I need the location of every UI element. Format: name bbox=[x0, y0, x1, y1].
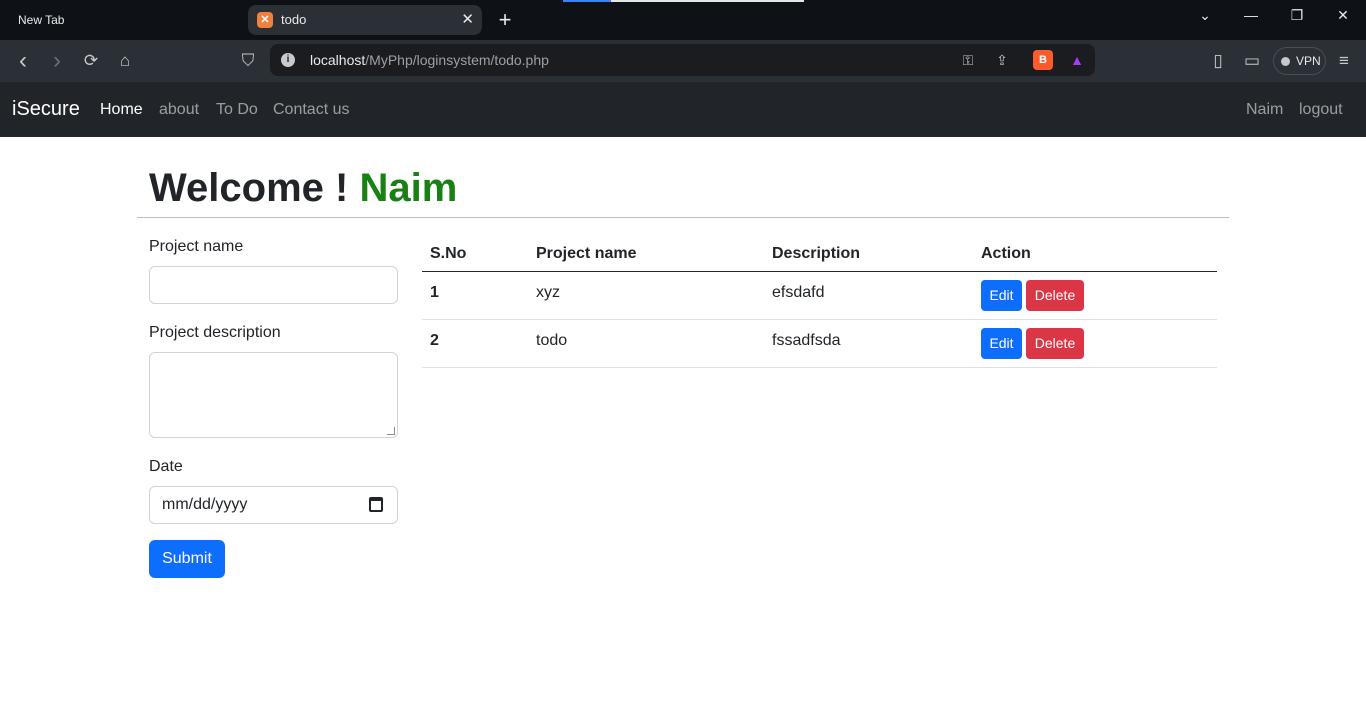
project-description-label: Project description bbox=[149, 324, 281, 341]
table-cell-name: todo bbox=[536, 332, 568, 349]
tab-close-icon[interactable]: ✕ bbox=[461, 5, 474, 35]
brave-rewards-icon[interactable]: ▲ bbox=[1067, 50, 1087, 70]
tab-search-chevron-icon[interactable]: ⌄ bbox=[1182, 0, 1228, 30]
tab-title: todo bbox=[281, 12, 307, 27]
loading-track bbox=[611, 0, 804, 2]
nav-logout[interactable]: logout bbox=[1299, 82, 1343, 137]
forward-icon[interactable]: › bbox=[46, 49, 68, 73]
nav-home[interactable]: Home bbox=[100, 82, 143, 137]
vpn-button[interactable]: VPN bbox=[1273, 47, 1326, 75]
edit-button[interactable]: Edit bbox=[981, 280, 1022, 311]
table-cell-name: xyz bbox=[536, 284, 560, 301]
nav-user[interactable]: Naim bbox=[1246, 82, 1283, 137]
url-host: localhost bbox=[310, 52, 366, 68]
sidebar-icon[interactable]: ▯ bbox=[1207, 50, 1229, 72]
url-path: /MyPhp/loginsystem/todo.php bbox=[365, 52, 549, 68]
close-window-button[interactable]: ✕ bbox=[1320, 0, 1366, 30]
share-icon[interactable]: ⇪ bbox=[992, 50, 1012, 70]
nav-contact[interactable]: Contact us bbox=[273, 82, 349, 137]
resize-handle-icon[interactable] bbox=[387, 427, 395, 435]
tab-new-tab[interactable]: New Tab bbox=[0, 0, 246, 40]
table-header-project-name: Project name bbox=[536, 245, 637, 262]
table-header-rule bbox=[422, 271, 1217, 272]
title-divider bbox=[137, 217, 1229, 218]
table-row-divider bbox=[422, 319, 1217, 320]
restore-button[interactable]: ❐ bbox=[1274, 0, 1320, 30]
project-name-input[interactable] bbox=[149, 266, 398, 304]
edit-button[interactable]: Edit bbox=[981, 328, 1022, 359]
date-input[interactable]: mm/dd/yyyy bbox=[149, 486, 398, 524]
address-bar[interactable]: i localhost/MyPhp/loginsystem/todo.php ⚿… bbox=[270, 44, 1095, 76]
xampp-favicon-icon: ✕ bbox=[257, 12, 273, 28]
new-tab-button[interactable]: + bbox=[494, 7, 516, 33]
nav-about[interactable]: about bbox=[159, 82, 199, 137]
table-cell-sno: 2 bbox=[430, 332, 439, 349]
nav-todo[interactable]: To Do bbox=[216, 82, 258, 137]
brand-logo[interactable]: iSecure bbox=[12, 82, 80, 137]
page-title: Welcome ! Naim bbox=[149, 164, 457, 212]
url-text[interactable]: localhost/MyPhp/loginsystem/todo.php bbox=[310, 44, 549, 76]
brave-shields-icon[interactable]: B bbox=[1033, 50, 1053, 70]
calendar-icon[interactable] bbox=[369, 497, 383, 512]
table-cell-description: fssadfsda bbox=[772, 332, 841, 349]
date-placeholder: mm/dd/yyyy bbox=[162, 496, 248, 513]
date-label: Date bbox=[149, 458, 183, 475]
delete-button[interactable]: Delete bbox=[1026, 328, 1084, 359]
table-row-divider bbox=[422, 367, 1217, 368]
home-icon[interactable]: ⌂ bbox=[114, 50, 136, 72]
menu-icon[interactable]: ≡ bbox=[1333, 50, 1355, 72]
vpn-label: VPN bbox=[1296, 54, 1321, 68]
reload-icon[interactable]: ⟳ bbox=[80, 50, 102, 72]
browser-tab-strip: New Tab ✕ todo ✕ + ⌄ — ❐ ✕ bbox=[0, 0, 1366, 40]
table-header-description: Description bbox=[772, 245, 861, 262]
browser-toolbar: ‹ › ⟳ ⌂ ⛉ i localhost/MyPhp/loginsystem/… bbox=[0, 40, 1366, 82]
site-navbar: iSecure Home about To Do Contact us Naim… bbox=[0, 82, 1366, 137]
minimize-button[interactable]: — bbox=[1228, 0, 1274, 30]
site-info-icon[interactable]: i bbox=[281, 53, 295, 67]
table-header-action: Action bbox=[981, 245, 1031, 262]
project-name-label: Project name bbox=[149, 238, 244, 255]
tab-todo[interactable]: ✕ todo ✕ bbox=[248, 5, 482, 35]
back-icon[interactable]: ‹ bbox=[12, 49, 34, 73]
delete-button[interactable]: Delete bbox=[1026, 280, 1084, 311]
welcome-prefix: Welcome ! bbox=[149, 166, 349, 210]
submit-button[interactable]: Submit bbox=[149, 540, 225, 578]
welcome-username: Naim bbox=[359, 166, 458, 210]
wallet-icon[interactable]: ▭ bbox=[1241, 50, 1263, 72]
vpn-status-icon bbox=[1281, 57, 1290, 66]
table-cell-sno: 1 bbox=[430, 284, 439, 301]
project-description-textarea[interactable] bbox=[149, 352, 398, 438]
bookmark-icon[interactable]: ⛉ bbox=[237, 50, 259, 72]
key-icon[interactable]: ⚿ bbox=[958, 50, 978, 70]
table-header-sno: S.No bbox=[430, 245, 467, 262]
table-cell-description: efsdafd bbox=[772, 284, 825, 301]
loading-indicator bbox=[563, 0, 611, 2]
